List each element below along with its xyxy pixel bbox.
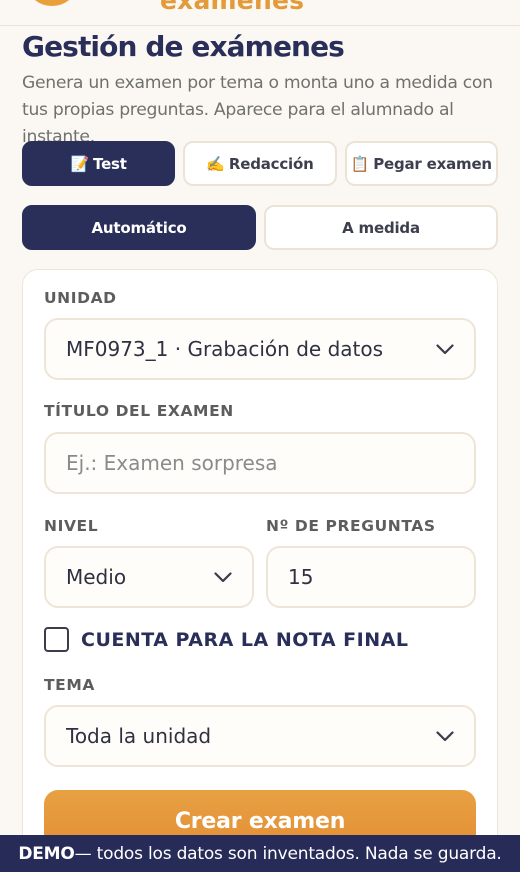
tab-pegar-examen-label: Pegar examen xyxy=(373,154,492,173)
questions-count-value: 15 xyxy=(288,565,314,589)
tab-pegar-examen[interactable]: 📋 Pegar examen xyxy=(344,141,498,186)
topic-select-value: Toda la unidad xyxy=(66,724,212,748)
clipboard-icon: 📋 xyxy=(350,154,370,173)
unit-select-value: MF0973_1 · Grabación de datos xyxy=(66,337,384,361)
tab-test-label: Test xyxy=(93,154,127,173)
questions-count-field[interactable]: 15 xyxy=(266,546,476,608)
page-title: Gestión de exámenes xyxy=(22,30,345,63)
final-grade-label: CUENTA PARA LA NOTA FINAL xyxy=(81,628,409,651)
page-subtitle: Genera un examen por tema o monta uno a … xyxy=(22,73,493,147)
exam-title-input[interactable] xyxy=(66,451,454,475)
header-title: exámenes xyxy=(160,0,305,15)
final-grade-option[interactable]: CUENTA PARA LA NOTA FINAL xyxy=(44,627,408,652)
tab-redaccion-label: Redacción xyxy=(228,154,314,173)
level-label: NIVEL xyxy=(44,517,99,535)
questions-count-label: Nº DE PREGUNTAS xyxy=(266,517,436,535)
demo-banner-text: — todos los datos son inventados. Nada s… xyxy=(74,843,502,864)
demo-banner-strong: DEMO xyxy=(18,843,75,864)
level-select-value: Medio xyxy=(66,565,127,589)
exam-type-selector: 📝 Test ✍️ Redacción 📋 Pegar examen xyxy=(22,141,498,186)
unit-select[interactable]: MF0973_1 · Grabación de datos xyxy=(44,318,476,380)
mode-selector: Automático A medida xyxy=(22,205,498,250)
tab-redaccion[interactable]: ✍️ Redacción xyxy=(183,141,337,186)
final-grade-checkbox[interactable] xyxy=(44,627,69,652)
exam-title-label: TÍTULO DEL EXAMEN xyxy=(44,402,234,420)
mode-a-medida-button[interactable]: A medida xyxy=(264,205,498,250)
tab-test[interactable]: 📝 Test xyxy=(22,141,176,186)
writing-hand-icon: ✍️ xyxy=(206,154,225,173)
mode-automatico-button[interactable]: Automático xyxy=(22,205,256,250)
level-select[interactable]: Medio xyxy=(44,546,254,608)
exam-title-field[interactable] xyxy=(44,432,476,494)
topic-select[interactable]: Toda la unidad xyxy=(44,705,476,767)
unit-label: UNIDAD xyxy=(44,289,117,307)
demo-banner: DEMO — todos los datos son inventados. N… xyxy=(0,835,520,872)
topic-label: TEMA xyxy=(44,676,95,694)
chevron-down-icon xyxy=(436,340,454,358)
memo-icon: 📝 xyxy=(70,154,90,173)
chevron-down-icon xyxy=(214,568,232,586)
app-header: exámenes xyxy=(0,0,520,26)
chevron-down-icon xyxy=(436,727,454,745)
app-logo[interactable] xyxy=(28,0,76,6)
